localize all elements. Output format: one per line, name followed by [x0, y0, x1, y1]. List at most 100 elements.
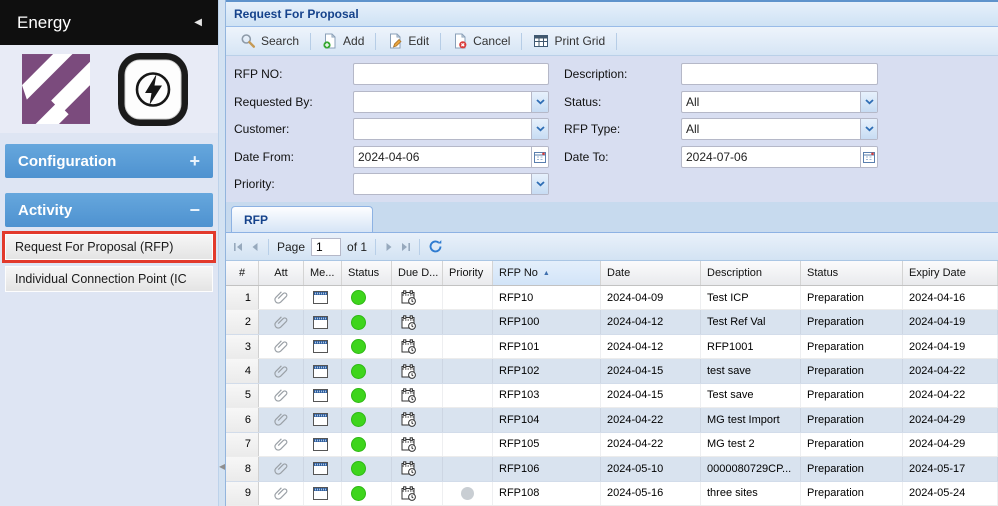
- attachment-cell[interactable]: [259, 335, 304, 358]
- column-header-rownum[interactable]: #: [226, 261, 259, 285]
- status-indicator: [351, 412, 366, 427]
- toolbar-separator: [616, 33, 617, 50]
- status-select[interactable]: All: [681, 91, 878, 113]
- description-cell: test save: [701, 359, 801, 382]
- attachment-cell[interactable]: [259, 482, 304, 505]
- rfp-no-input[interactable]: [353, 63, 549, 85]
- due-date-cell[interactable]: [392, 310, 443, 333]
- refresh-icon[interactable]: [428, 239, 443, 254]
- column-header-description[interactable]: Description: [701, 261, 801, 285]
- chevron-down-icon[interactable]: [531, 119, 548, 139]
- column-header-rfp-no[interactable]: RFP No ▲: [493, 261, 601, 285]
- calendar-icon[interactable]: [860, 147, 877, 167]
- calendar-icon[interactable]: [531, 147, 548, 167]
- memo-cell[interactable]: [304, 359, 342, 382]
- sidebar-collapse-icon[interactable]: ◀: [194, 17, 202, 28]
- memo-cell[interactable]: [304, 335, 342, 358]
- rfp-type-select[interactable]: All: [681, 118, 878, 140]
- sidebar-splitter[interactable]: ◀: [218, 0, 225, 506]
- column-header-due-date[interactable]: Due D...: [392, 261, 443, 285]
- due-date-icon: [401, 290, 417, 305]
- attachment-cell[interactable]: [259, 310, 304, 333]
- due-date-cell[interactable]: [392, 433, 443, 456]
- first-page-icon[interactable]: [233, 242, 244, 252]
- tab-rfp[interactable]: RFP: [231, 206, 373, 232]
- attachment-cell[interactable]: [259, 384, 304, 407]
- column-header-date[interactable]: Date: [601, 261, 701, 285]
- column-header-memo[interactable]: Me...: [304, 261, 342, 285]
- date-cell: 2024-04-15: [601, 359, 701, 382]
- attachment-cell[interactable]: [259, 457, 304, 480]
- chevron-down-icon[interactable]: [531, 92, 548, 112]
- memo-cell[interactable]: [304, 286, 342, 309]
- due-date-cell[interactable]: [392, 482, 443, 505]
- chevron-down-icon[interactable]: [531, 174, 548, 194]
- next-page-icon[interactable]: [384, 242, 394, 252]
- memo-cell[interactable]: [304, 310, 342, 333]
- edit-button[interactable]: Edit: [379, 30, 437, 52]
- sidebar-item-rfp[interactable]: Request For Proposal (RFP): [5, 234, 213, 260]
- add-button[interactable]: Add: [314, 30, 372, 52]
- column-header-expiry-date[interactable]: Expiry Date: [903, 261, 998, 285]
- expiry-date-cell: 2024-05-24: [903, 482, 998, 505]
- memo-cell[interactable]: [304, 482, 342, 505]
- priority-select[interactable]: [353, 173, 549, 195]
- due-date-cell[interactable]: [392, 457, 443, 480]
- chevron-down-icon[interactable]: [860, 119, 877, 139]
- table-row[interactable]: 9RFP1082024-05-16three sitesPreparation2…: [226, 482, 998, 506]
- collapse-minus-icon[interactable]: −: [189, 200, 200, 221]
- attachment-cell[interactable]: [259, 408, 304, 431]
- table-row[interactable]: 2RFP1002024-04-12Test Ref ValPreparation…: [226, 310, 998, 334]
- description-label: Description:: [564, 67, 681, 81]
- attachment-icon: [274, 486, 289, 501]
- column-header-status2[interactable]: Status: [801, 261, 903, 285]
- table-row[interactable]: 8RFP1062024-05-100000080729CP...Preparat…: [226, 457, 998, 481]
- customer-select[interactable]: [353, 118, 549, 140]
- cancel-button[interactable]: Cancel: [444, 30, 518, 52]
- table-row[interactable]: 1RFP102024-04-09Test ICPPreparation2024-…: [226, 286, 998, 310]
- requested-by-select[interactable]: [353, 91, 549, 113]
- due-date-cell[interactable]: [392, 286, 443, 309]
- due-date-cell[interactable]: [392, 408, 443, 431]
- attachment-cell[interactable]: [259, 433, 304, 456]
- table-row[interactable]: 5RFP1032024-04-15Test savePreparation202…: [226, 384, 998, 408]
- last-page-icon[interactable]: [400, 242, 411, 252]
- section-label: Configuration: [18, 153, 116, 170]
- sidebar-section-configuration[interactable]: Configuration +: [5, 144, 213, 178]
- sidebar-item-icp[interactable]: Individual Connection Point (IC: [5, 266, 213, 292]
- row-number: 1: [226, 286, 259, 309]
- description-input[interactable]: [681, 63, 878, 85]
- print-grid-button[interactable]: Print Grid: [525, 30, 613, 52]
- chevron-down-icon[interactable]: [860, 92, 877, 112]
- date-to-input[interactable]: 2024-07-06: [681, 146, 878, 168]
- due-date-cell[interactable]: [392, 335, 443, 358]
- status-text-cell: Preparation: [801, 433, 903, 456]
- sidebar-section-activity[interactable]: Activity −: [5, 193, 213, 227]
- date-cell: 2024-04-12: [601, 310, 701, 333]
- table-row[interactable]: 4RFP1022024-04-15test savePreparation202…: [226, 359, 998, 383]
- section-label: Activity: [18, 202, 72, 219]
- table-row[interactable]: 3RFP1012024-04-12RFP1001Preparation2024-…: [226, 335, 998, 359]
- expand-icon[interactable]: +: [189, 151, 200, 172]
- priority-cell: [443, 384, 493, 407]
- memo-cell[interactable]: [304, 457, 342, 480]
- table-row[interactable]: 7RFP1052024-04-22MG test 2Preparation202…: [226, 433, 998, 457]
- column-header-priority[interactable]: Priority: [443, 261, 493, 285]
- column-header-status[interactable]: Status: [342, 261, 392, 285]
- status-indicator: [351, 388, 366, 403]
- prev-page-icon[interactable]: [250, 242, 260, 252]
- table-row[interactable]: 6RFP1042024-04-22MG test ImportPreparati…: [226, 408, 998, 432]
- due-date-cell[interactable]: [392, 359, 443, 382]
- search-button[interactable]: Search: [232, 30, 307, 52]
- column-header-att[interactable]: Att: [259, 261, 304, 285]
- memo-cell[interactable]: [304, 433, 342, 456]
- memo-cell[interactable]: [304, 384, 342, 407]
- date-from-input[interactable]: 2024-04-06: [353, 146, 549, 168]
- due-date-cell[interactable]: [392, 384, 443, 407]
- attachment-cell[interactable]: [259, 359, 304, 382]
- memo-icon: [313, 487, 328, 500]
- memo-cell[interactable]: [304, 408, 342, 431]
- page-number-input[interactable]: [311, 238, 341, 256]
- rfp-no-cell: RFP103: [493, 384, 601, 407]
- attachment-cell[interactable]: [259, 286, 304, 309]
